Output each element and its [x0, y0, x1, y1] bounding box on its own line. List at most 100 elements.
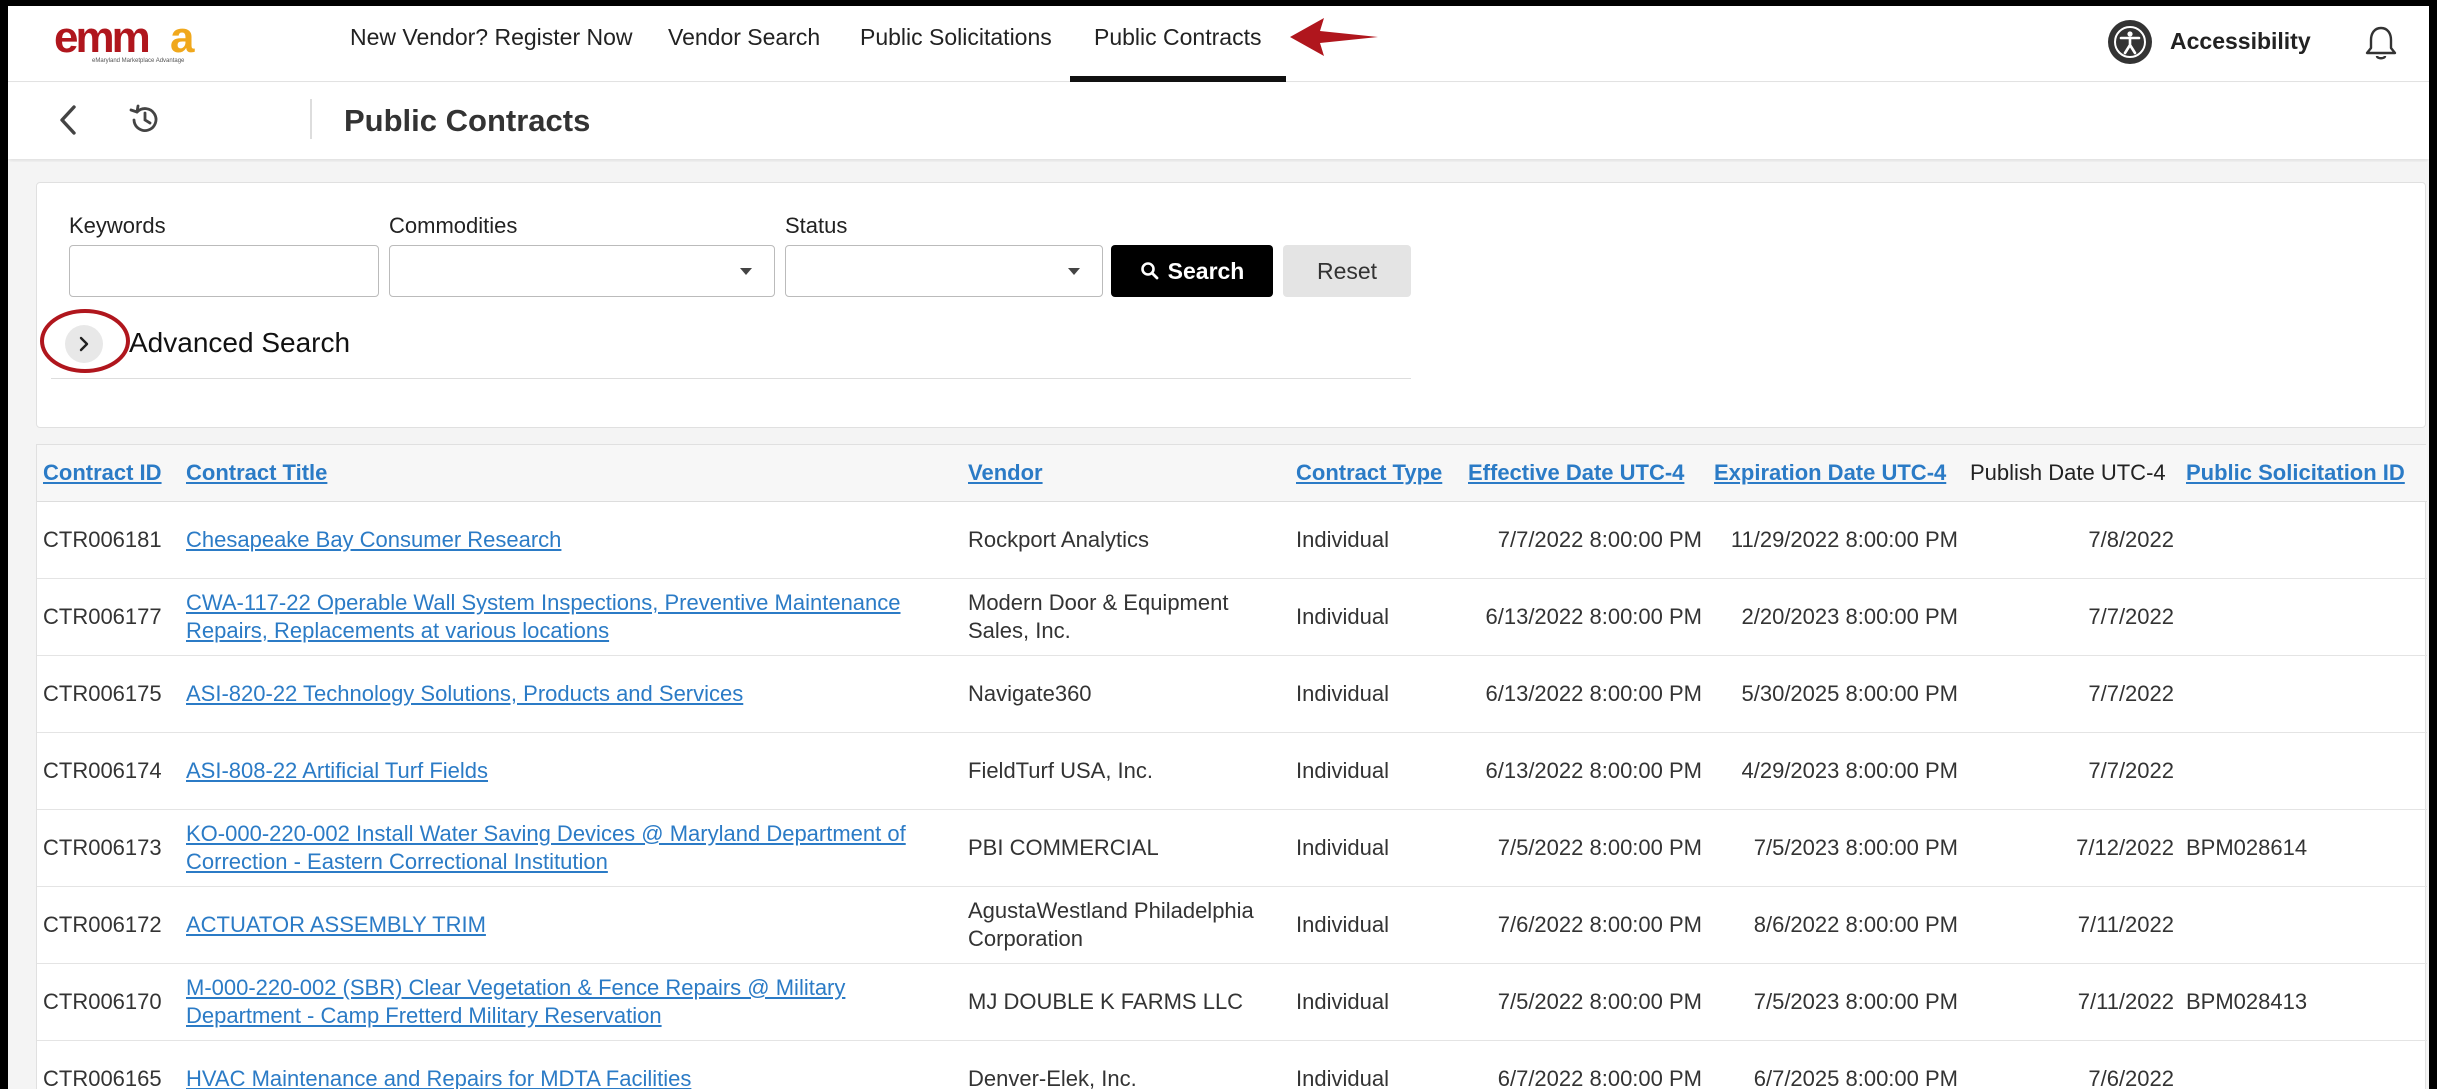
contract-title-link[interactable]: CWA-117-22 Operable Wall System Inspecti…: [186, 590, 901, 643]
search-button[interactable]: Search: [1111, 245, 1273, 297]
column-header-contract-title[interactable]: Contract Title: [180, 445, 962, 502]
annotation-circle: [40, 309, 130, 373]
vendor-cell: Rockport Analytics: [962, 501, 1290, 579]
solicitation-id-cell: [2180, 732, 2427, 810]
contract-id-cell: CTR006177: [37, 578, 180, 656]
publish-date-cell: 7/7/2022: [1964, 655, 2180, 733]
column-header-publish-date: Publish Date UTC-4: [1964, 445, 2180, 502]
contract-type-cell: Individual: [1290, 578, 1462, 656]
contract-title-cell: KO-000-220-002 Install Water Saving Devi…: [180, 809, 962, 887]
commodities-select[interactable]: [389, 245, 775, 297]
reset-button[interactable]: Reset: [1283, 245, 1411, 297]
column-header-contract-type[interactable]: Contract Type: [1290, 445, 1462, 502]
column-header-vendor[interactable]: Vendor: [962, 445, 1290, 502]
publish-date-cell: 7/12/2022: [1964, 809, 2180, 887]
chevron-left-icon[interactable]: [56, 103, 80, 137]
contract-id-cell: CTR006181: [37, 501, 180, 579]
table-header-row: Contract ID Contract Title Vendor Contra…: [37, 445, 2427, 502]
vendor-cell: Modern Door & Equipment Sales, Inc.: [962, 578, 1290, 656]
contract-title-cell: ACTUATOR ASSEMBLY TRIM: [180, 886, 962, 964]
solicitation-id-cell: [2180, 655, 2427, 733]
column-header-effective-date[interactable]: Effective Date UTC-4: [1462, 445, 1708, 502]
solicitation-id-cell: [2180, 1040, 2427, 1089]
caret-down-icon: [1068, 268, 1080, 275]
contract-title-link[interactable]: ASI-820-22 Technology Solutions, Product…: [186, 681, 743, 706]
contract-id-cell: CTR006173: [37, 809, 180, 887]
effective-date-cell: 6/7/2022 8:00:00 PM: [1462, 1040, 1708, 1089]
keywords-input[interactable]: [69, 245, 379, 297]
contract-id-cell: CTR006174: [37, 732, 180, 810]
emma-logo[interactable]: emm a emma eMaryland Marketplace Advanta…: [52, 18, 232, 66]
contract-title-link[interactable]: ASI-808-22 Artificial Turf Fields: [186, 758, 488, 783]
solicitation-id-cell: [2180, 886, 2427, 964]
nav-vendor-search[interactable]: Vendor Search: [668, 24, 820, 51]
contract-type-cell: Individual: [1290, 809, 1462, 887]
column-header-contract-id[interactable]: Contract ID: [37, 445, 180, 502]
contract-id-cell: CTR006165: [37, 1040, 180, 1089]
effective-date-cell: 6/13/2022 8:00:00 PM: [1462, 578, 1708, 656]
expiration-date-cell: 11/29/2022 8:00:00 PM: [1708, 501, 1964, 579]
expiration-date-cell: 7/5/2023 8:00:00 PM: [1708, 809, 1964, 887]
page-title: Public Contracts: [344, 103, 591, 138]
accessibility-label[interactable]: Accessibility: [2170, 28, 2311, 55]
publish-date-cell: 7/7/2022: [1964, 732, 2180, 810]
table-row: CTR006170 M-000-220-002 (SBR) Clear Vege…: [37, 963, 2427, 1041]
contract-id-cell: CTR006172: [37, 886, 180, 964]
publish-date-cell: 7/11/2022: [1964, 963, 2180, 1041]
header-divider: [310, 99, 312, 139]
contract-type-cell: Individual: [1290, 501, 1462, 579]
vendor-cell: FieldTurf USA, Inc.: [962, 732, 1290, 810]
contract-id-cell: CTR006170: [37, 963, 180, 1041]
contract-title-link[interactable]: Chesapeake Bay Consumer Research: [186, 527, 561, 552]
effective-date-cell: 7/5/2022 8:00:00 PM: [1462, 963, 1708, 1041]
effective-date-cell: 6/13/2022 8:00:00 PM: [1462, 655, 1708, 733]
vendor-cell: Denver-Elek, Inc.: [962, 1040, 1290, 1089]
search-panel: Keywords Commodities Status Search Reset: [36, 182, 2426, 428]
bell-icon[interactable]: [2364, 24, 2398, 62]
contract-title-link[interactable]: KO-000-220-002 Install Water Saving Devi…: [186, 821, 906, 874]
column-header-solicitation-id[interactable]: Public Solicitation ID: [2180, 445, 2427, 502]
contract-type-cell: Individual: [1290, 655, 1462, 733]
contract-type-cell: Individual: [1290, 963, 1462, 1041]
solicitation-id-cell: [2180, 501, 2427, 579]
contract-id-cell: CTR006175: [37, 655, 180, 733]
top-navigation: emm a emma eMaryland Marketplace Advanta…: [8, 6, 2429, 82]
nav-public-solicitations[interactable]: Public Solicitations: [860, 24, 1052, 51]
status-select[interactable]: [785, 245, 1103, 297]
expiration-date-cell: 7/5/2023 8:00:00 PM: [1708, 963, 1964, 1041]
nav-public-contracts[interactable]: Public Contracts: [1094, 24, 1261, 51]
keywords-label: Keywords: [69, 213, 166, 238]
contract-title-cell: Chesapeake Bay Consumer Research: [180, 501, 962, 579]
effective-date-cell: 7/6/2022 8:00:00 PM: [1462, 886, 1708, 964]
advanced-search-divider: [51, 378, 1411, 379]
contract-title-cell: ASI-808-22 Artificial Turf Fields: [180, 732, 962, 810]
logo-tagline: eMaryland Marketplace Advantage: [92, 58, 185, 64]
solicitation-id-cell: BPM028614: [2180, 809, 2427, 887]
contract-title-link[interactable]: M-000-220-002 (SBR) Clear Vegetation & F…: [186, 975, 845, 1028]
expiration-date-cell: 8/6/2022 8:00:00 PM: [1708, 886, 1964, 964]
nav-register[interactable]: New Vendor? Register Now: [350, 24, 633, 51]
search-icon: [1140, 262, 1159, 280]
accessibility-icon[interactable]: [2108, 20, 2152, 64]
publish-date-cell: 7/7/2022: [1964, 578, 2180, 656]
active-tab-indicator: [1070, 76, 1286, 82]
advanced-search-label[interactable]: Advanced Search: [129, 327, 350, 359]
solicitation-id-cell: BPM028413: [2180, 963, 2427, 1041]
contract-title-link[interactable]: HVAC Maintenance and Repairs for MDTA Fa…: [186, 1066, 691, 1089]
table-row: CTR006175 ASI-820-22 Technology Solution…: [37, 655, 2427, 733]
contract-type-cell: Individual: [1290, 1040, 1462, 1089]
reset-button-label: Reset: [1316, 257, 1378, 284]
column-header-expiration-date[interactable]: Expiration Date UTC-4: [1708, 445, 1964, 502]
publish-date-cell: 7/6/2022: [1964, 1040, 2180, 1089]
solicitation-id-cell: [2180, 578, 2427, 656]
effective-date-cell: 7/5/2022 8:00:00 PM: [1462, 809, 1708, 887]
effective-date-cell: 6/13/2022 8:00:00 PM: [1462, 732, 1708, 810]
contract-title-cell: M-000-220-002 (SBR) Clear Vegetation & F…: [180, 963, 962, 1041]
contract-title-link[interactable]: ACTUATOR ASSEMBLY TRIM: [186, 912, 486, 937]
commodities-label: Commodities: [389, 213, 518, 238]
publish-date-cell: 7/8/2022: [1964, 501, 2180, 579]
table-row: CTR006177 CWA-117-22 Operable Wall Syste…: [37, 578, 2427, 656]
history-icon[interactable]: [126, 101, 164, 139]
annotation-arrow-icon: [1290, 18, 1378, 56]
table-row: CTR006173 KO-000-220-002 Install Water S…: [37, 809, 2427, 887]
